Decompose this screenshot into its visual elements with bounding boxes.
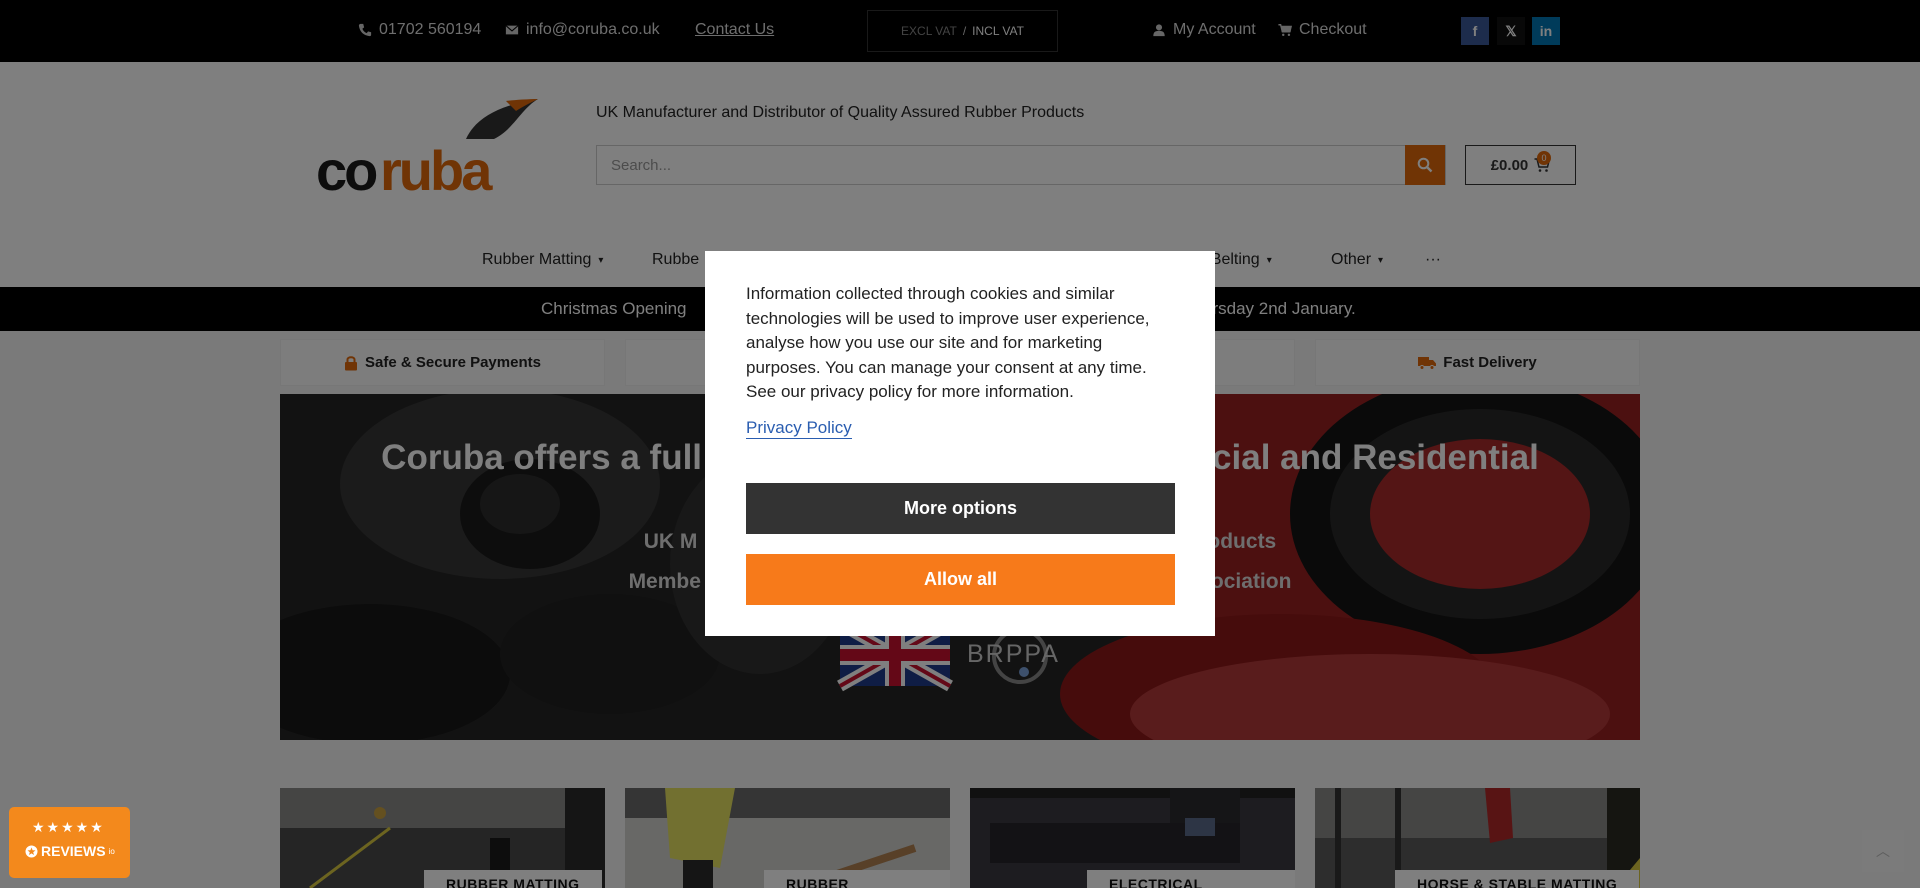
reviews-suffix: io xyxy=(108,846,115,856)
reviews-text: REVIEWS xyxy=(41,843,106,859)
allow-all-button[interactable]: Allow all xyxy=(746,554,1175,605)
reviews-io-badge[interactable]: ★★★★★ REVIEWS io xyxy=(9,807,130,878)
more-options-button[interactable]: More options xyxy=(746,483,1175,534)
star-rating-icon: ★★★★★ xyxy=(32,819,105,835)
cookie-consent-dialog: Information collected through cookies an… xyxy=(705,251,1215,636)
reviews-badge-label: REVIEWS io xyxy=(25,843,115,859)
cookie-consent-text: Information collected through cookies an… xyxy=(746,284,1150,401)
reviews-logo-icon xyxy=(25,845,38,857)
privacy-policy-link[interactable]: Privacy Policy xyxy=(746,417,852,439)
